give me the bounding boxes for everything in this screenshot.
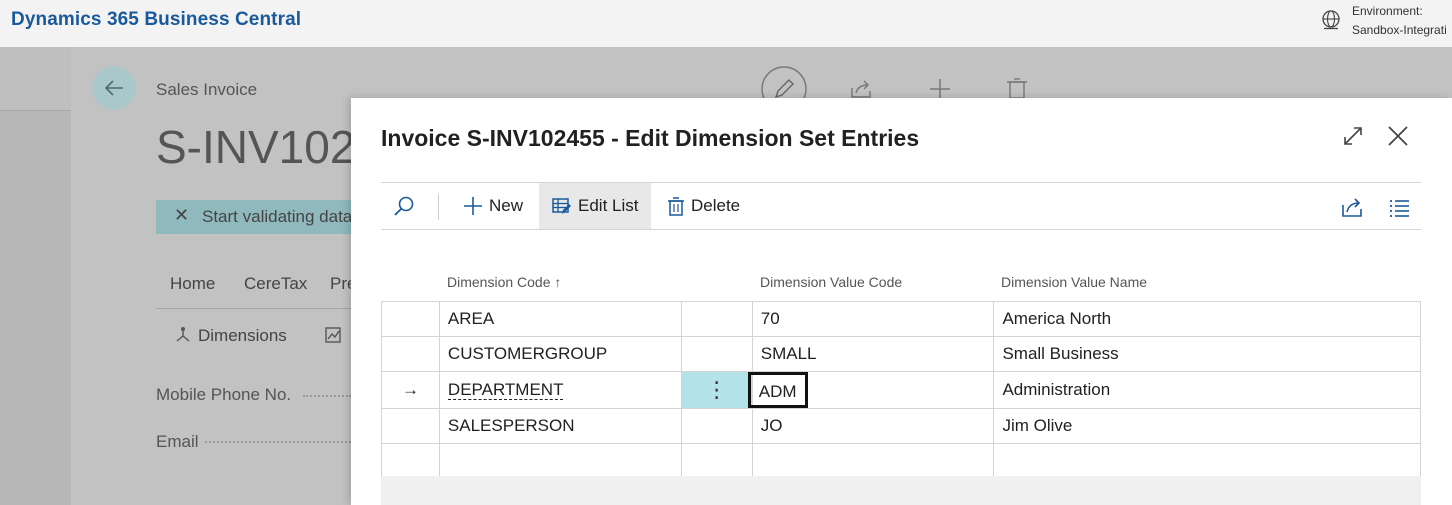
dimension-code-cell[interactable]: DEPARTMENT: [438, 371, 682, 409]
close-icon[interactable]: ✕: [174, 205, 189, 226]
dimension-value-name-cell: [993, 443, 1421, 479]
dimensions-icon: [176, 327, 190, 342]
table-row-active[interactable]: → DEPARTMENT ⋮ ADM Administration: [381, 371, 1421, 409]
dimension-value-code-cell[interactable]: JO: [751, 408, 995, 444]
row-actions-cell[interactable]: [680, 336, 753, 372]
new-label: New: [489, 196, 524, 215]
dimension-code-cell[interactable]: [438, 443, 682, 479]
search-icon[interactable]: [391, 194, 417, 220]
table-row[interactable]: SALESPERSON JO Jim Olive: [381, 408, 1421, 444]
column-header-dimension-value-code[interactable]: Dimension Value Code: [760, 274, 902, 290]
dimension-code-cell[interactable]: AREA: [438, 301, 682, 337]
dimension-code-link[interactable]: DEPARTMENT: [447, 380, 564, 400]
arrow-left-icon: [104, 80, 123, 96]
mobile-phone-label: Mobile Phone No.: [156, 385, 292, 404]
environment-info[interactable]: Environment: Sandbox-Integrati: [1352, 2, 1447, 40]
more-options-icon[interactable]: ⋮: [706, 377, 728, 402]
dimension-value-code-cell[interactable]: 70: [751, 301, 995, 337]
banner-text: Start validating data: [202, 207, 353, 226]
edit-dimension-set-dialog: Invoice S-INV102455 - Edit Dimension Set…: [351, 98, 1452, 505]
row-actions-cell[interactable]: [680, 443, 753, 479]
row-indicator[interactable]: [381, 443, 440, 479]
delete-button[interactable]: Delete: [667, 183, 740, 229]
toolbar-divider: [438, 194, 439, 220]
dimension-value-code-cell[interactable]: [751, 443, 995, 479]
dimensions-button[interactable]: Dimensions: [198, 326, 287, 346]
plus-icon: [464, 197, 482, 215]
delete-label: Delete: [691, 196, 741, 215]
back-button[interactable]: [92, 66, 136, 110]
action-bar: New Edit List Delete: [381, 182, 1421, 230]
trash-icon: [668, 197, 684, 216]
page-kind: Sales Invoice: [156, 80, 258, 99]
table-row[interactable]: CUSTOMERGROUP SMALL Small Business: [381, 336, 1421, 372]
dimension-code-cell[interactable]: CUSTOMERGROUP: [438, 336, 682, 372]
tab-home[interactable]: Home: [170, 274, 215, 294]
close-icon[interactable]: [1386, 124, 1410, 148]
row-indicator[interactable]: →: [381, 371, 440, 409]
row-indicator[interactable]: [381, 301, 440, 337]
dimension-value-code-cell[interactable]: ADM: [747, 371, 995, 409]
globe-icon[interactable]: [1320, 9, 1342, 31]
column-header-dimension-code[interactable]: Dimension Code ↑: [447, 274, 561, 290]
table-row-empty[interactable]: [381, 443, 1421, 479]
dimension-code-cell[interactable]: SALESPERSON: [438, 408, 682, 444]
expand-icon[interactable]: [1341, 124, 1365, 148]
page-title: S-INV1024: [156, 121, 382, 173]
dimension-value-code-cell[interactable]: SMALL: [751, 336, 995, 372]
dialog-title: Invoice S-INV102455 - Edit Dimension Set…: [381, 125, 920, 151]
tab-divider: [156, 308, 356, 309]
app-title[interactable]: Dynamics 365 Business Central: [11, 9, 301, 31]
field-leader: [303, 395, 351, 397]
column-header-dimension-value-name[interactable]: Dimension Value Name: [1001, 274, 1147, 290]
edit-list-label: Edit List: [578, 196, 639, 215]
grid-footer: [381, 476, 1421, 505]
arrow-right-icon: →: [401, 380, 419, 399]
app-bar: Dynamics 365 Business Central Environmen…: [0, 0, 1452, 47]
nav-pane: [0, 47, 71, 505]
table-row[interactable]: AREA 70 America North: [381, 301, 1421, 337]
edit-list-button[interactable]: Edit List: [539, 183, 651, 229]
row-actions-cell[interactable]: [680, 408, 753, 444]
environment-value: Sandbox-Integrati: [1352, 23, 1447, 37]
environment-label: Environment:: [1352, 4, 1423, 18]
dimension-value-name-cell: Small Business: [993, 336, 1421, 372]
dimension-value-name-cell: Administration: [993, 371, 1421, 409]
dimension-value-name-cell: Jim Olive: [993, 408, 1421, 444]
new-button[interactable]: New: [463, 183, 523, 229]
row-indicator[interactable]: [381, 336, 440, 372]
dimension-value-code-input[interactable]: ADM: [747, 372, 808, 408]
statistics-icon[interactable]: [324, 326, 342, 344]
row-actions-cell[interactable]: ⋮: [680, 371, 753, 409]
dimension-value-name-cell: America North: [993, 301, 1421, 337]
row-actions-cell[interactable]: [680, 301, 753, 337]
email-label: Email: [156, 432, 199, 451]
edit-list-icon: [552, 198, 571, 214]
nav-pane-header: [0, 47, 71, 111]
dimension-set-entries-grid: AREA 70 America North CUSTOMERGROUP SMAL…: [381, 301, 1421, 479]
tab-ceretax[interactable]: CereTax: [244, 274, 307, 294]
row-indicator[interactable]: [381, 408, 440, 444]
list-view-icon[interactable]: [1388, 196, 1410, 218]
share-icon[interactable]: [1341, 196, 1363, 218]
field-leader: [205, 441, 351, 443]
